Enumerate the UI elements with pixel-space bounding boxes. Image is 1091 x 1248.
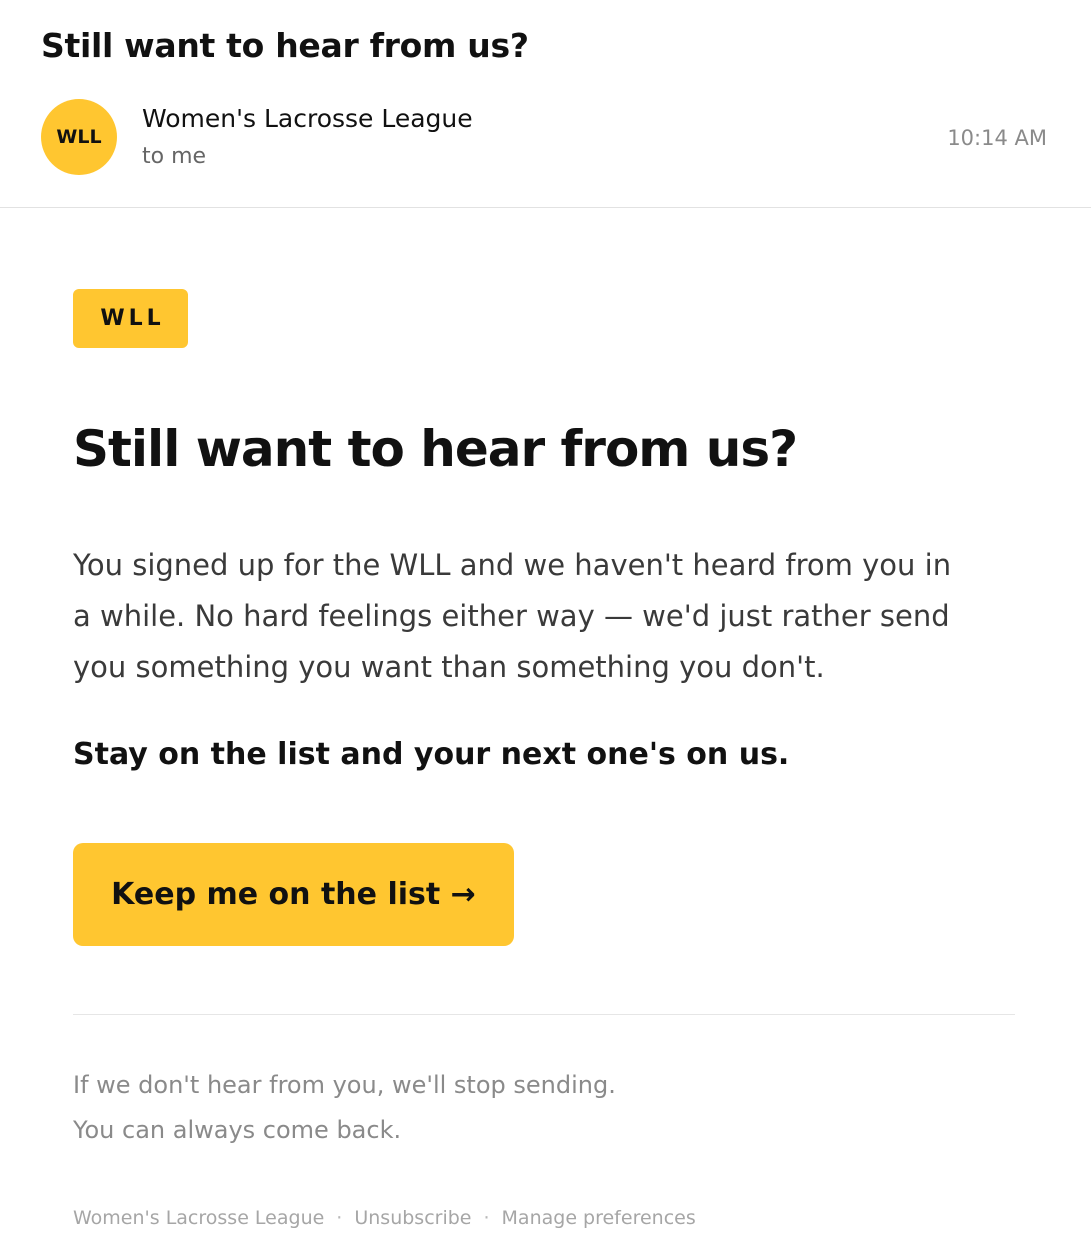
email-subject: Still want to hear from us?	[41, 26, 529, 65]
offer-text: Stay on the list and your next one's on …	[73, 737, 790, 772]
keep-on-list-button[interactable]: Keep me on the list →	[73, 843, 514, 946]
closing-note-line-2: You can always come back.	[73, 1116, 402, 1144]
closing-note: If we don't hear from you, we'll stop se…	[73, 1063, 616, 1153]
unsubscribe-link[interactable]: Unsubscribe	[354, 1207, 471, 1229]
email-headline: Still want to hear from us?	[73, 420, 798, 478]
timestamp: 10:14 AM	[947, 126, 1047, 150]
body-paragraph: You signed up for the WLL and we haven't…	[73, 548, 952, 684]
footer-separator: ·	[336, 1207, 343, 1229]
recipient-label[interactable]: to me	[142, 144, 206, 169]
brand-badge: WLL	[73, 289, 188, 348]
footer-org-name: Women's Lacrosse League	[73, 1207, 325, 1229]
manage-preferences-link[interactable]: Manage preferences	[502, 1207, 696, 1229]
content-divider	[73, 1014, 1015, 1015]
sender-avatar[interactable]: WLL	[41, 99, 117, 175]
closing-note-line-1: If we don't hear from you, we'll stop se…	[73, 1071, 616, 1099]
sender-name[interactable]: Women's Lacrosse League	[142, 104, 473, 133]
header-divider	[0, 207, 1091, 208]
footer-separator: ·	[483, 1207, 490, 1229]
email-footer: Women's Lacrosse League · Unsubscribe · …	[73, 1207, 696, 1229]
